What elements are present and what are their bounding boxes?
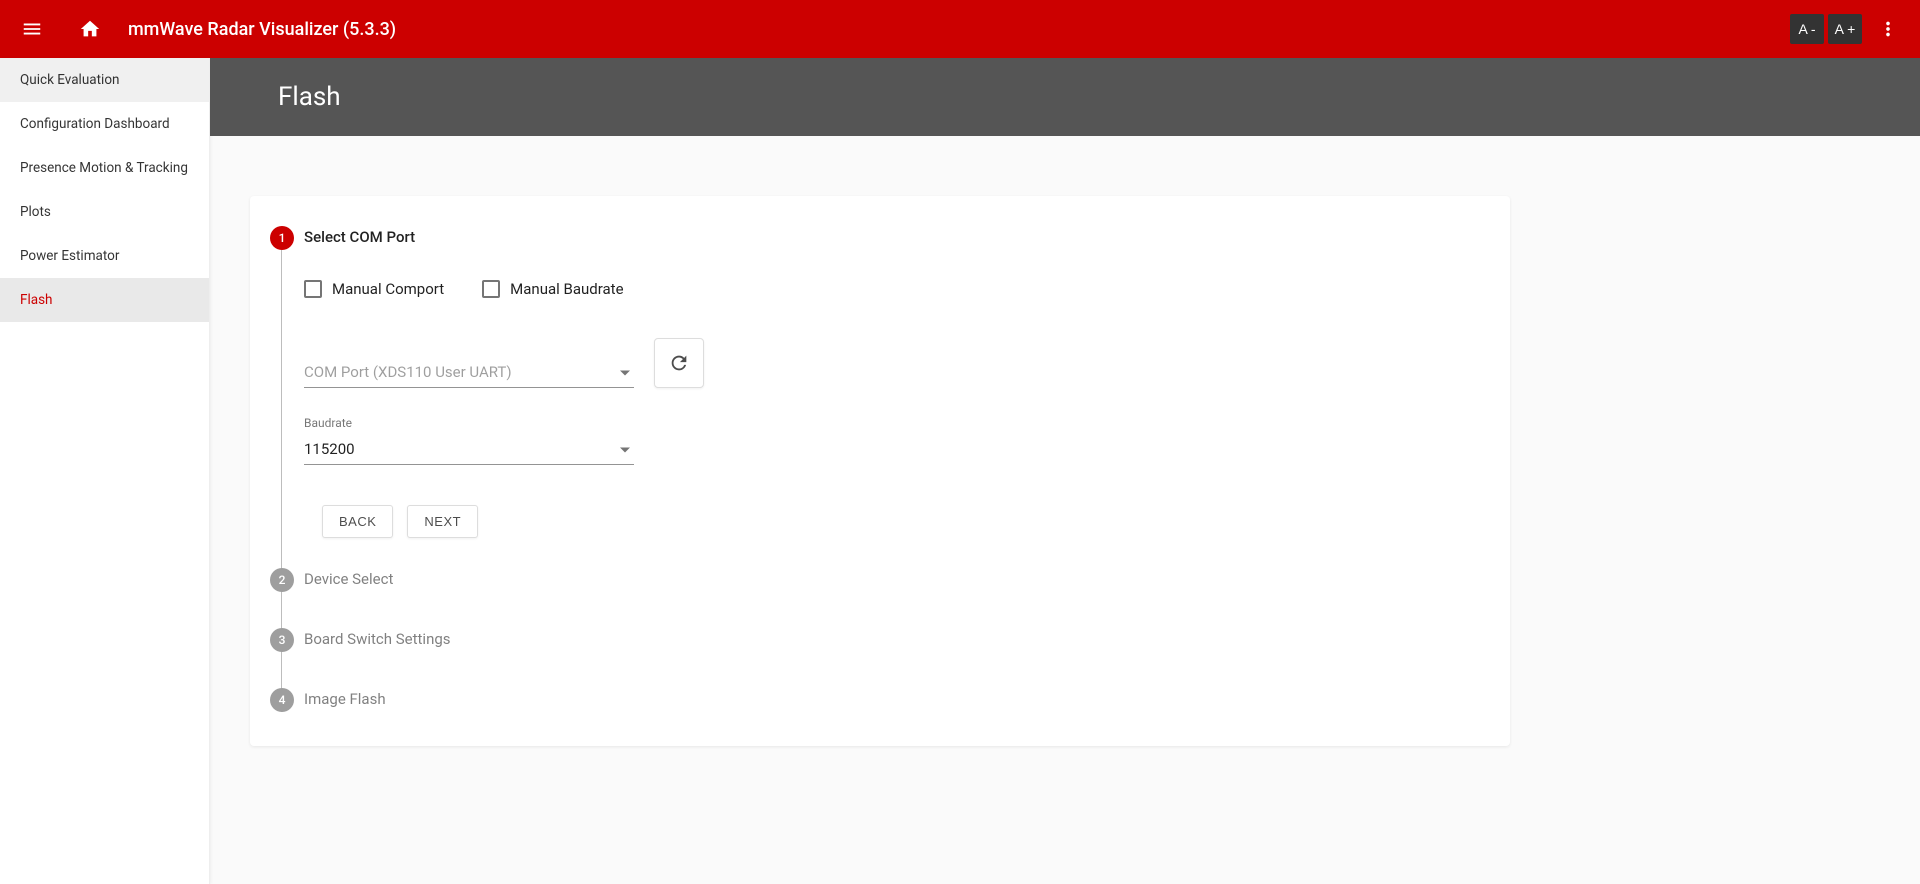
home-icon <box>79 18 101 40</box>
home-button[interactable] <box>70 9 110 49</box>
font-decrease-button[interactable]: A - <box>1790 14 1824 44</box>
sidebar-item-power-estimator[interactable]: Power Estimator <box>0 234 209 278</box>
next-button[interactable]: NEXT <box>407 505 478 538</box>
page-title: Flash <box>210 58 1920 136</box>
checkbox-icon <box>482 280 500 298</box>
baudrate-label: Baudrate <box>304 416 634 430</box>
step-label-image-flash[interactable]: Image Flash <box>304 688 386 708</box>
baudrate-value: 115200 <box>304 434 634 465</box>
checkbox-label: Manual Comport <box>332 280 444 298</box>
sidebar-item-label: Quick Evaluation <box>20 72 119 88</box>
more-button[interactable] <box>1868 9 1908 49</box>
com-port-placeholder: COM Port (XDS110 User UART) <box>304 357 634 388</box>
step-label-device-select[interactable]: Device Select <box>304 568 393 588</box>
sidebar-item-label: Plots <box>20 204 51 220</box>
checkbox-manual-comport[interactable]: Manual Comport <box>304 280 444 298</box>
refresh-com-ports-button[interactable] <box>654 338 704 388</box>
sidebar-item-label: Configuration Dashboard <box>20 116 170 132</box>
more-vert-icon <box>1877 18 1899 40</box>
app-title: mmWave Radar Visualizer (5.3.3) <box>128 19 396 40</box>
font-increase-button[interactable]: A + <box>1828 14 1862 44</box>
sidebar-item-label: Presence Motion & Tracking <box>20 160 188 176</box>
sidebar-item-plots[interactable]: Plots <box>0 190 209 234</box>
sidebar-item-label: Power Estimator <box>20 248 119 264</box>
back-button[interactable]: BACK <box>322 505 393 538</box>
baudrate-select[interactable]: 115200 <box>304 434 634 465</box>
checkbox-manual-baudrate[interactable]: Manual Baudrate <box>482 280 623 298</box>
step-badge-2: 2 <box>270 568 294 592</box>
menu-button[interactable] <box>12 9 52 49</box>
step-badge-3: 3 <box>270 628 294 652</box>
menu-icon <box>21 18 43 40</box>
step-label-select-com-port: Select COM Port <box>304 226 415 246</box>
sidebar-item-label: Flash <box>20 292 53 308</box>
sidebar-item-presence-motion-tracking[interactable]: Presence Motion & Tracking <box>0 146 209 190</box>
com-port-select[interactable]: COM Port (XDS110 User UART) <box>304 357 634 388</box>
step-label-board-switch-settings[interactable]: Board Switch Settings <box>304 628 451 648</box>
step-badge-4: 4 <box>270 688 294 712</box>
checkbox-label: Manual Baudrate <box>510 280 623 298</box>
sidebar-item-flash[interactable]: Flash <box>0 278 209 322</box>
refresh-icon <box>668 352 690 374</box>
step-badge-1: 1 <box>270 226 294 250</box>
sidebar-item-quick-evaluation[interactable]: Quick Evaluation <box>0 58 209 102</box>
sidebar-item-configuration-dashboard[interactable]: Configuration Dashboard <box>0 102 209 146</box>
top-app-bar: mmWave Radar Visualizer (5.3.3) A - A + <box>0 0 1920 58</box>
flash-stepper-card: 1 Select COM Port Manual Comport Manual … <box>250 196 1510 746</box>
checkbox-icon <box>304 280 322 298</box>
sidebar: Quick Evaluation Configuration Dashboard… <box>0 58 210 884</box>
